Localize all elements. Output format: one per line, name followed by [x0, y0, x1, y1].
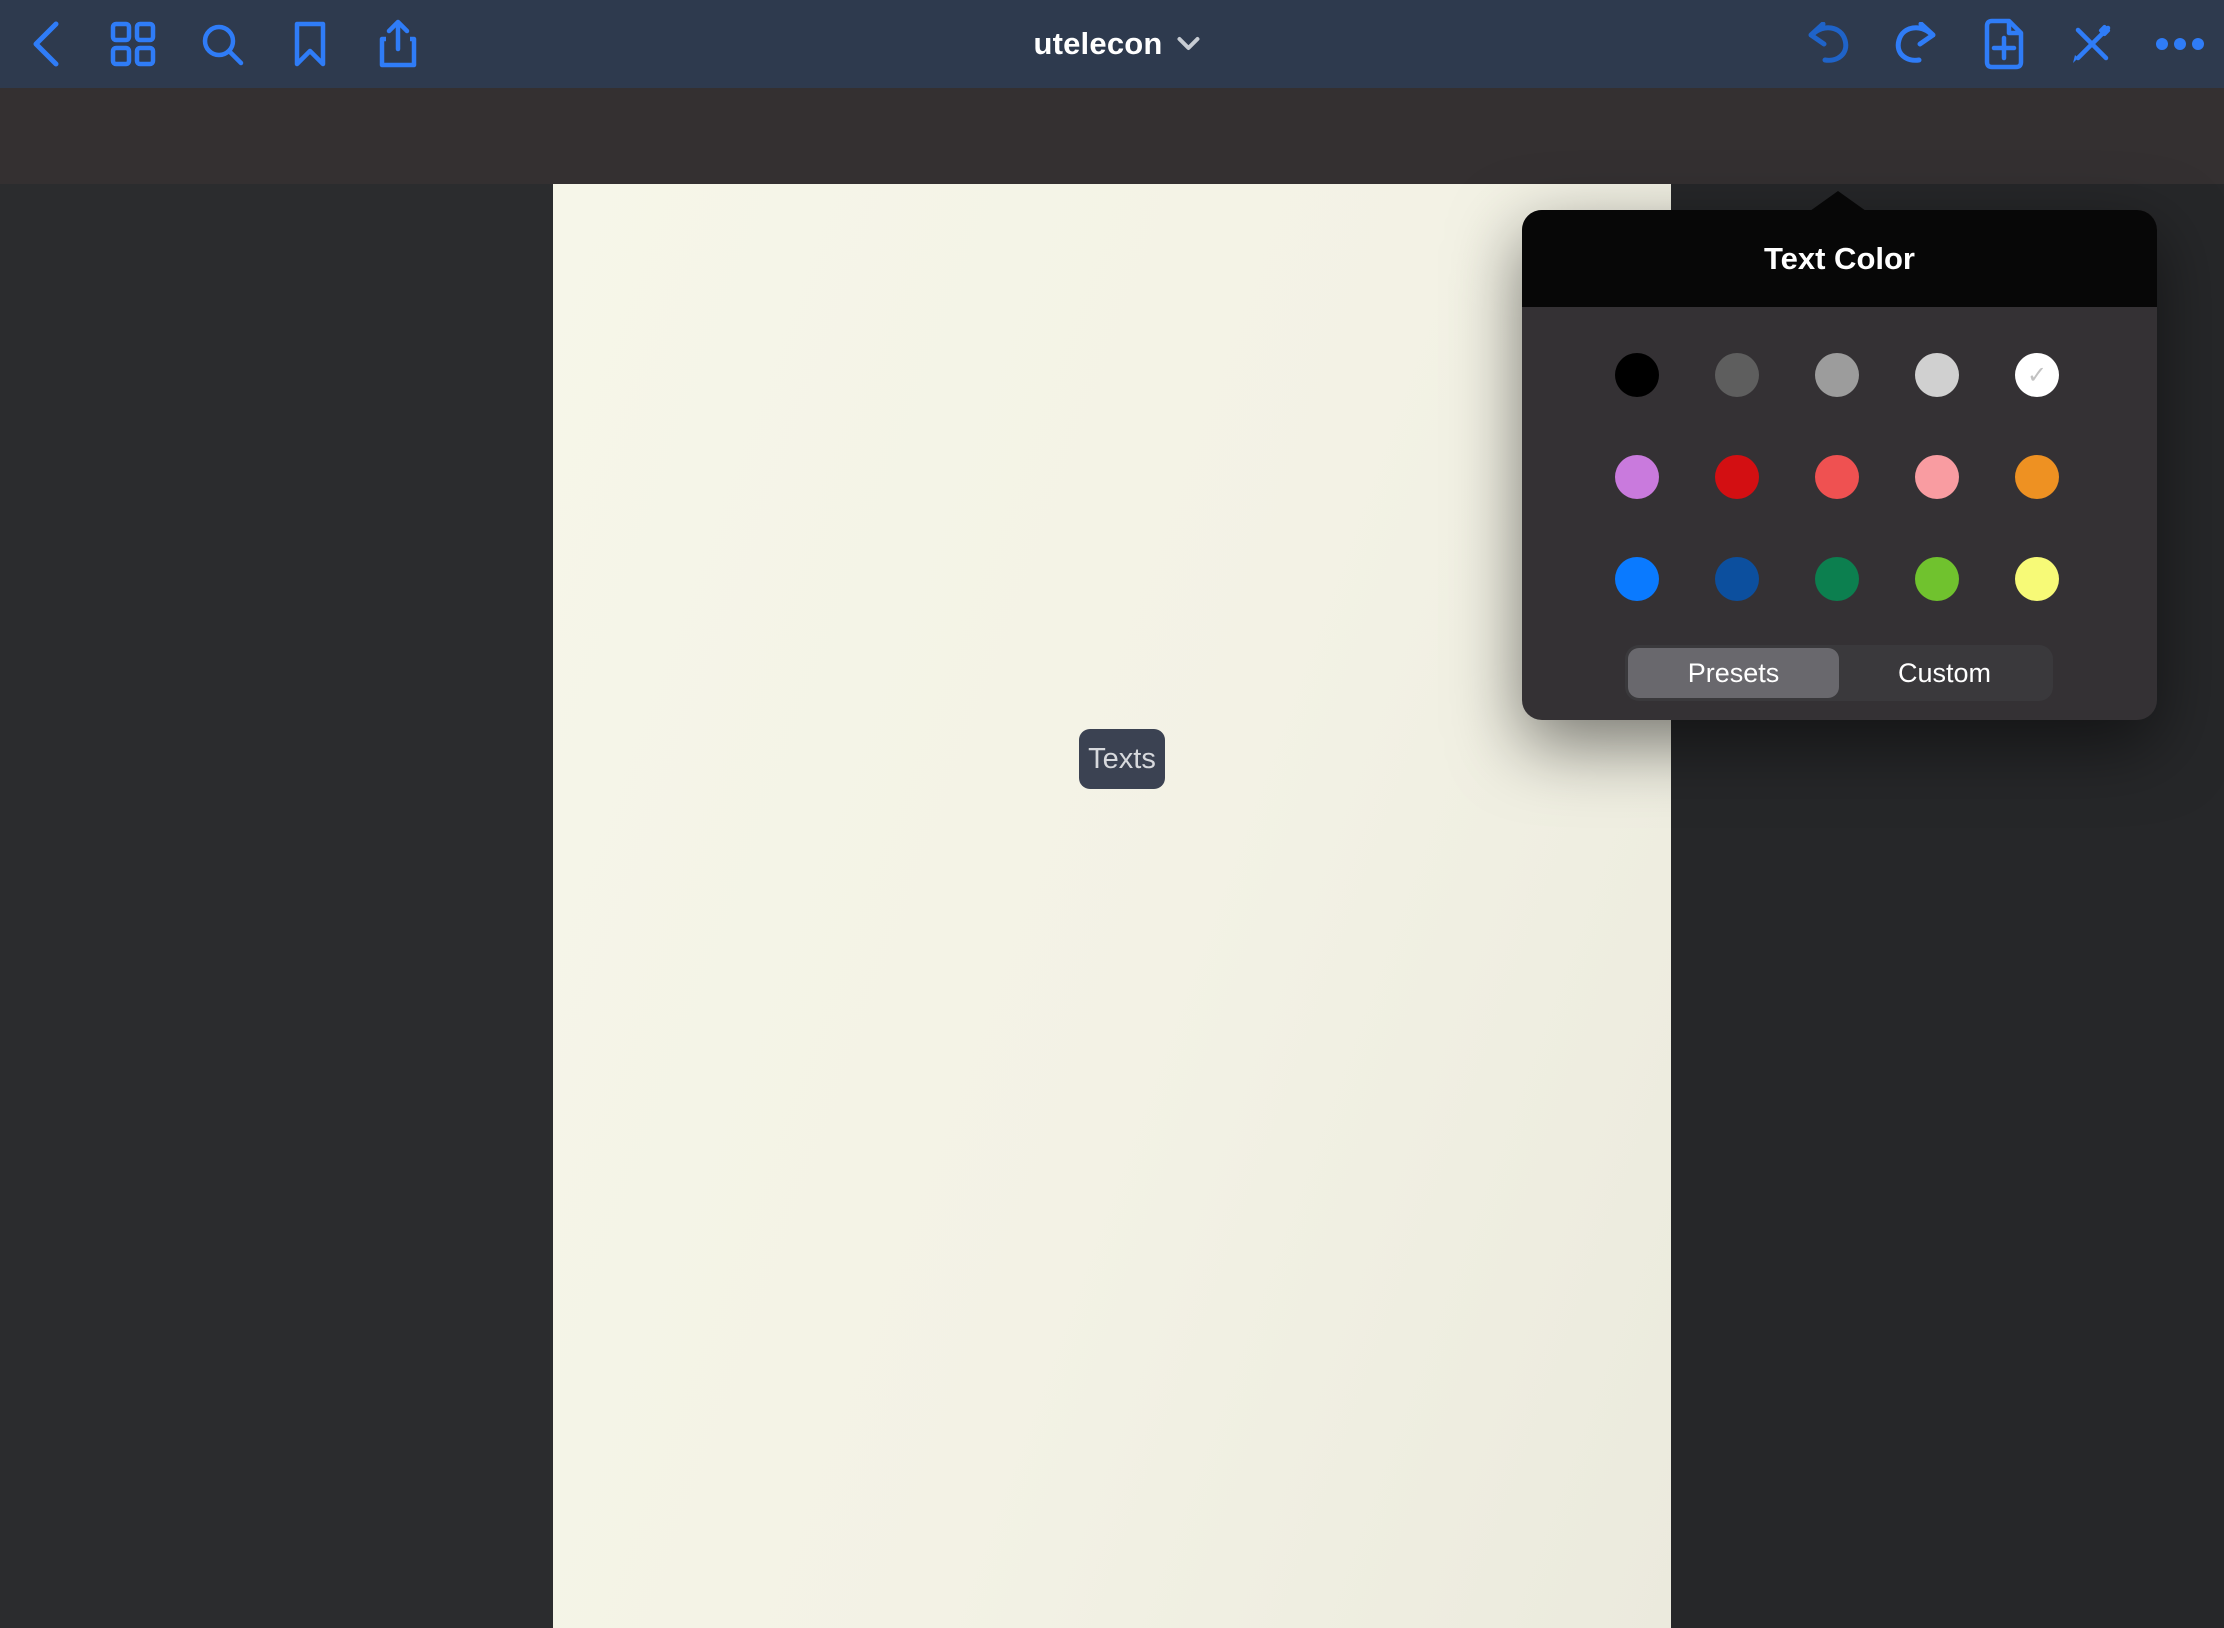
popover-header: Text Color: [1522, 210, 2157, 307]
swatch-green[interactable]: [1815, 557, 1859, 601]
swatch-blue[interactable]: [1615, 557, 1659, 601]
chevron-down-icon: [1177, 36, 1201, 52]
document-title: utelecon: [1033, 26, 1162, 62]
popover-title: Text Color: [1764, 241, 1915, 277]
swatch-orange[interactable]: [2015, 455, 2059, 499]
tab-custom-label: Custom: [1898, 658, 1991, 689]
swatch-red[interactable]: [1715, 455, 1759, 499]
swatch-coral[interactable]: [1815, 455, 1859, 499]
tab-presets-label: Presets: [1688, 658, 1780, 689]
swatch-light-green[interactable]: [1915, 557, 1959, 601]
notes-app-window: utelecon: [0, 0, 2224, 1628]
swatch-pink[interactable]: [1915, 455, 1959, 499]
back-icon[interactable]: [17, 16, 73, 72]
swatch-gray[interactable]: [1815, 353, 1859, 397]
swatch-yellow[interactable]: [2015, 557, 2059, 601]
note-page[interactable]: Texts: [553, 184, 1671, 1628]
swatch-white[interactable]: ✓: [2015, 353, 2059, 397]
canvas-background-left: [0, 184, 553, 1628]
add-page-icon[interactable]: [1976, 16, 2032, 72]
swatch-dark-gray[interactable]: [1715, 353, 1759, 397]
more-icon[interactable]: [2152, 16, 2208, 72]
tab-custom[interactable]: Custom: [1839, 648, 2050, 698]
search-icon[interactable]: [194, 16, 250, 72]
check-icon: ✓: [2015, 353, 2059, 397]
swatch-orchid[interactable]: [1615, 455, 1659, 499]
thumbnails-grid-icon[interactable]: [105, 16, 161, 72]
share-icon[interactable]: [370, 16, 426, 72]
swatch-light-gray[interactable]: [1915, 353, 1959, 397]
swatch-dark-blue[interactable]: [1715, 557, 1759, 601]
top-navigation-bar: utelecon: [0, 0, 2224, 88]
presets-custom-segmented-control: Presets Custom: [1625, 645, 2053, 701]
swatch-grid: ✓: [1615, 353, 2059, 601]
popover-arrow: [1810, 191, 1866, 211]
tab-presets[interactable]: Presets: [1628, 648, 1839, 698]
stop-editing-icon[interactable]: [2064, 16, 2120, 72]
redo-icon[interactable]: [1888, 16, 1944, 72]
bookmark-icon[interactable]: [282, 16, 338, 72]
undo-icon[interactable]: [1800, 16, 1856, 72]
text-color-popover: Text Color ✓ Presets Custom: [1522, 210, 2157, 720]
text-object[interactable]: Texts: [1079, 729, 1165, 789]
document-title-button[interactable]: utelecon: [1033, 26, 1200, 62]
swatch-black[interactable]: [1615, 353, 1659, 397]
tool-bar: T HiraginoSans-... 16: [0, 88, 2224, 184]
